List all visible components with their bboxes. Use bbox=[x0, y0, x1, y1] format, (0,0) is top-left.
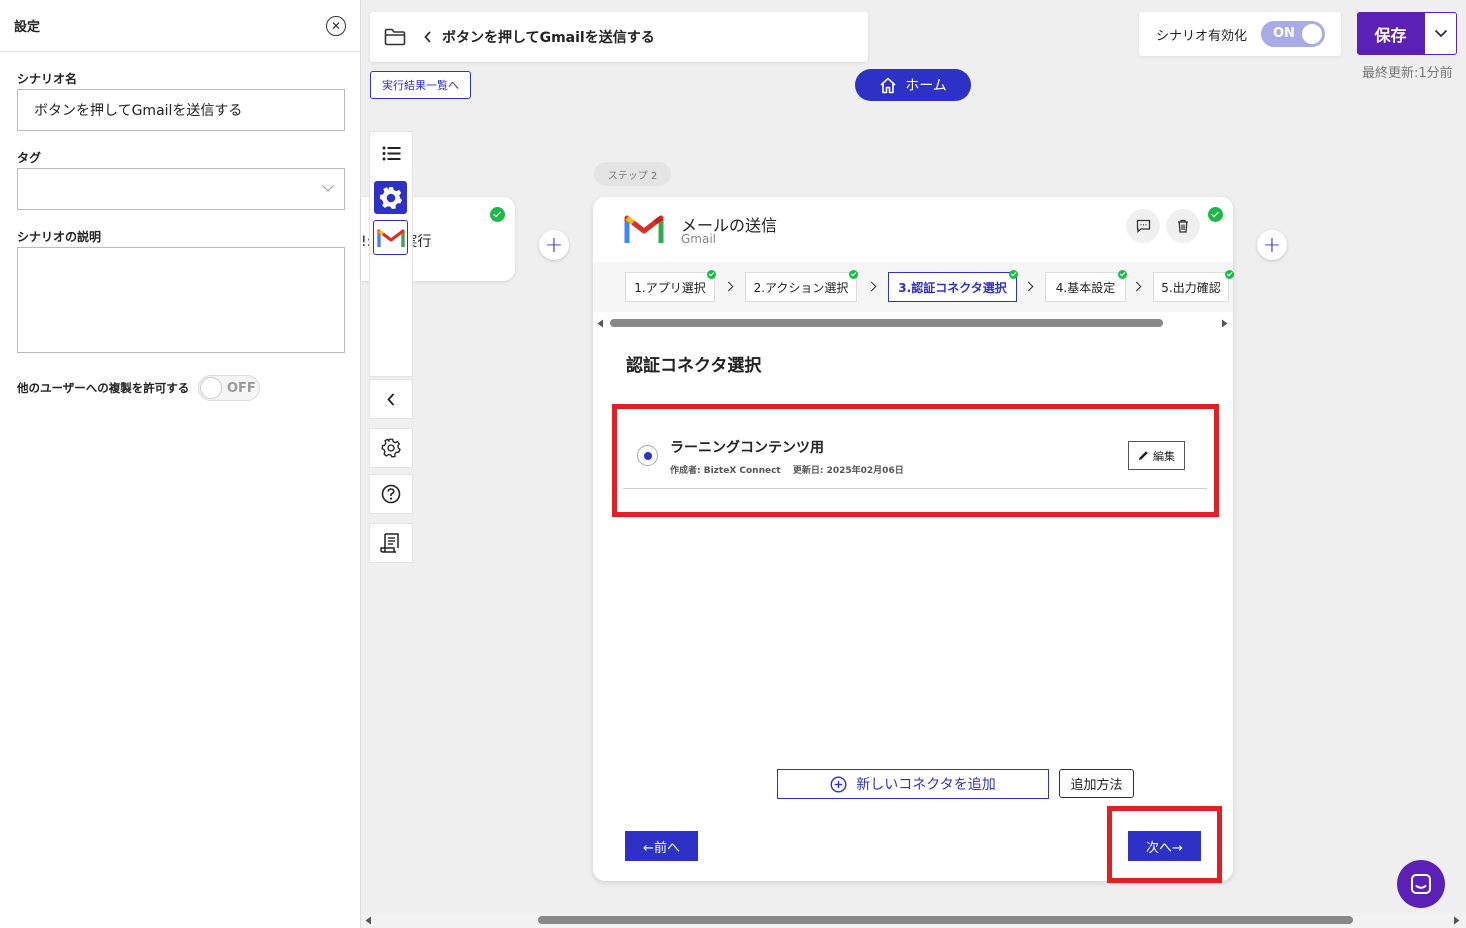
scenario-name-input[interactable]: ボタンを押してGmailを送信する bbox=[17, 89, 345, 131]
settings-button[interactable] bbox=[369, 428, 413, 468]
step-app-name: Gmail bbox=[681, 232, 717, 246]
results-list-link[interactable]: 実行結果一覧へ bbox=[370, 71, 471, 99]
chat-support-button[interactable] bbox=[1397, 860, 1445, 908]
home-label: ホーム bbox=[905, 78, 947, 94]
step-card: メールの送信 Gmail 1.アプリ選択 2.アクション選択 3.認証コネクタ選… bbox=[593, 197, 1234, 881]
scroll-right-icon bbox=[1222, 319, 1228, 328]
check-icon bbox=[1118, 270, 1127, 279]
scenario-enable-box: シナリオ有効化 ON bbox=[1139, 12, 1341, 56]
scroll-left-icon bbox=[365, 916, 371, 925]
gmail-step-icon[interactable] bbox=[373, 220, 408, 255]
toggle-state: ON bbox=[1273, 26, 1295, 41]
gear-icon bbox=[381, 438, 401, 458]
help-button[interactable] bbox=[369, 474, 413, 514]
scroll-right-icon bbox=[1454, 916, 1460, 925]
add-step-button[interactable]: + bbox=[1257, 230, 1287, 260]
add-connector-label: 新しいコネクタを追加 bbox=[856, 777, 996, 793]
list-icon[interactable] bbox=[382, 146, 401, 161]
trash-icon bbox=[1178, 219, 1188, 233]
plus-circle-icon bbox=[830, 775, 847, 793]
home-icon bbox=[880, 77, 896, 93]
step-output-check[interactable]: 5.出力確認 bbox=[1153, 270, 1234, 302]
chevron-right-icon bbox=[723, 281, 734, 292]
chat-icon bbox=[1411, 874, 1431, 894]
log-icon bbox=[380, 533, 399, 553]
check-icon bbox=[1225, 270, 1234, 279]
add-step-button[interactable]: + bbox=[539, 230, 569, 260]
chevron-right-icon bbox=[1131, 281, 1142, 292]
scenario-enable-toggle[interactable]: ON bbox=[1261, 21, 1325, 47]
step-label: 5.出力確認 bbox=[1161, 280, 1221, 295]
step-action-select[interactable]: 2.アクション選択 bbox=[745, 270, 858, 302]
scroll-thumb[interactable] bbox=[538, 916, 1353, 924]
chevron-right-icon bbox=[1023, 281, 1034, 292]
last-updated: 最終更新:1分前 bbox=[1362, 66, 1453, 81]
step-connector-select[interactable]: 3.認証コネクタ選択 bbox=[888, 270, 1018, 302]
enable-label: シナリオ有効化 bbox=[1156, 28, 1248, 44]
toggle-knob bbox=[1302, 24, 1322, 44]
step-progress: 1.アプリ選択 2.アクション選択 3.認証コネクタ選択 4.基本設定 5.出力… bbox=[593, 262, 1234, 312]
settings-title: 設定 bbox=[14, 20, 41, 35]
save-button[interactable]: 保存 bbox=[1357, 12, 1424, 55]
scenario-title-bar: ボタンを押してGmailを送信する bbox=[370, 12, 868, 62]
chevron-left-icon bbox=[387, 392, 395, 406]
copy-permission-toggle[interactable]: OFF bbox=[198, 375, 260, 401]
plus-icon: + bbox=[544, 232, 564, 258]
home-button[interactable]: ホーム bbox=[855, 69, 971, 101]
scenario-title: ボタンを押してGmailを送信する bbox=[442, 30, 655, 46]
scroll-left-icon bbox=[597, 319, 603, 328]
description-label: シナリオの説明 bbox=[17, 230, 102, 244]
save-dropdown-button[interactable] bbox=[1424, 12, 1457, 55]
check-icon bbox=[490, 207, 505, 222]
canvas-scrollbar[interactable] bbox=[362, 913, 1466, 928]
description-textarea[interactable] bbox=[17, 247, 345, 353]
gmail-logo-icon bbox=[624, 215, 664, 243]
folder-icon[interactable] bbox=[384, 28, 406, 46]
check-icon bbox=[1208, 207, 1223, 222]
check-icon bbox=[707, 270, 716, 279]
toggle-knob bbox=[200, 377, 222, 399]
comment-icon bbox=[1136, 219, 1150, 233]
step-label: 4.基本設定 bbox=[1055, 280, 1116, 295]
close-icon[interactable]: ✕ bbox=[326, 15, 346, 36]
log-button[interactable] bbox=[369, 523, 413, 563]
prev-button[interactable]: ←前へ bbox=[625, 831, 698, 861]
scenario-name-label: シナリオ名 bbox=[17, 72, 78, 86]
step-app-select[interactable]: 1.アプリ選択 bbox=[625, 270, 716, 302]
tool-strip bbox=[369, 131, 413, 377]
trigger-step-icon[interactable] bbox=[374, 181, 407, 214]
steps-scrollbar[interactable] bbox=[593, 316, 1233, 330]
chevron-down-icon bbox=[322, 180, 334, 192]
check-icon bbox=[849, 270, 858, 279]
chevron-down-icon bbox=[1434, 29, 1447, 38]
settings-panel: 設定 ✕ シナリオ名 ボタンを押してGmailを送信する タグ シナリオの説明 … bbox=[0, 0, 361, 928]
section-title: 認証コネクタ選択 bbox=[626, 356, 762, 376]
gear-icon bbox=[379, 186, 402, 209]
check-icon bbox=[1009, 270, 1018, 279]
step-label: 1.アプリ選択 bbox=[634, 280, 706, 295]
comment-button[interactable] bbox=[1126, 209, 1160, 243]
help-icon bbox=[381, 484, 401, 504]
add-connector-button[interactable]: 新しいコネクタを追加 bbox=[777, 769, 1049, 799]
settings-header: 設定 ✕ bbox=[0, 0, 360, 52]
tag-select[interactable] bbox=[17, 168, 345, 210]
step-tag: ステップ 2 bbox=[594, 162, 671, 186]
chevron-right-icon bbox=[866, 281, 877, 292]
howto-button[interactable]: 追加方法 bbox=[1059, 769, 1134, 798]
delete-button[interactable] bbox=[1166, 209, 1200, 243]
tag-label: タグ bbox=[17, 151, 42, 165]
next-button-highlight-box bbox=[1107, 806, 1222, 883]
step-label: 3.認証コネクタ選択 bbox=[898, 280, 1007, 295]
collapse-button[interactable] bbox=[369, 379, 413, 419]
gmail-icon bbox=[376, 228, 405, 247]
connector-highlight-box bbox=[612, 404, 1219, 517]
chevron-left-icon[interactable] bbox=[424, 31, 432, 43]
step-basic-settings[interactable]: 4.基本設定 bbox=[1045, 270, 1127, 302]
copy-permission-label: 他のユーザーへの複製を許可する bbox=[17, 381, 190, 395]
toggle-state: OFF bbox=[227, 381, 256, 396]
plus-icon: + bbox=[1262, 232, 1282, 258]
scroll-thumb[interactable] bbox=[610, 319, 1163, 327]
step-label: 2.アクション選択 bbox=[753, 280, 849, 295]
